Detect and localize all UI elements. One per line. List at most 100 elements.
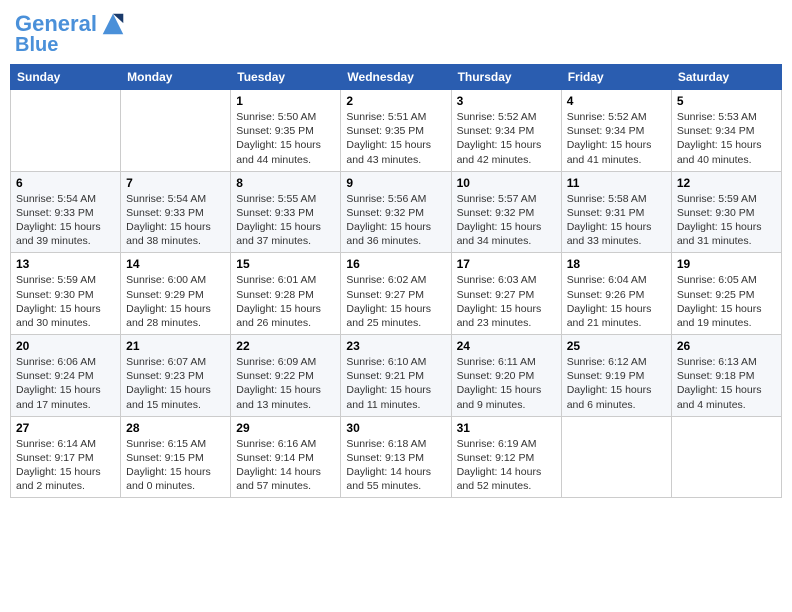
day-number: 20 bbox=[16, 339, 115, 353]
day-info: Sunrise: 6:05 AM Sunset: 9:25 PM Dayligh… bbox=[677, 273, 776, 330]
day-info: Sunrise: 5:54 AM Sunset: 9:33 PM Dayligh… bbox=[16, 192, 115, 249]
day-number: 14 bbox=[126, 257, 225, 271]
logo-text: General bbox=[15, 12, 97, 36]
day-info: Sunrise: 6:15 AM Sunset: 9:15 PM Dayligh… bbox=[126, 437, 225, 494]
day-info: Sunrise: 6:11 AM Sunset: 9:20 PM Dayligh… bbox=[457, 355, 556, 412]
day-number: 21 bbox=[126, 339, 225, 353]
day-info: Sunrise: 6:09 AM Sunset: 9:22 PM Dayligh… bbox=[236, 355, 335, 412]
calendar-week-row: 27 Sunrise: 6:14 AM Sunset: 9:17 PM Dayli… bbox=[11, 416, 782, 498]
day-info: Sunrise: 5:53 AM Sunset: 9:34 PM Dayligh… bbox=[677, 110, 776, 167]
calendar-week-row: 1 Sunrise: 5:50 AM Sunset: 9:35 PM Daylig… bbox=[11, 90, 782, 172]
day-number: 7 bbox=[126, 176, 225, 190]
calendar-cell: 26 Sunrise: 6:13 AM Sunset: 9:18 PM Dayli… bbox=[671, 335, 781, 417]
day-info: Sunrise: 6:18 AM Sunset: 9:13 PM Dayligh… bbox=[346, 437, 445, 494]
day-info: Sunrise: 6:13 AM Sunset: 9:18 PM Dayligh… bbox=[677, 355, 776, 412]
calendar-week-row: 20 Sunrise: 6:06 AM Sunset: 9:24 PM Dayli… bbox=[11, 335, 782, 417]
day-number: 22 bbox=[236, 339, 335, 353]
day-number: 8 bbox=[236, 176, 335, 190]
day-number: 19 bbox=[677, 257, 776, 271]
day-info: Sunrise: 5:56 AM Sunset: 9:32 PM Dayligh… bbox=[346, 192, 445, 249]
day-number: 1 bbox=[236, 94, 335, 108]
logo-icon bbox=[99, 10, 127, 38]
day-info: Sunrise: 6:10 AM Sunset: 9:21 PM Dayligh… bbox=[346, 355, 445, 412]
day-number: 3 bbox=[457, 94, 556, 108]
calendar-cell bbox=[671, 416, 781, 498]
day-info: Sunrise: 6:19 AM Sunset: 9:12 PM Dayligh… bbox=[457, 437, 556, 494]
day-info: Sunrise: 5:52 AM Sunset: 9:34 PM Dayligh… bbox=[457, 110, 556, 167]
day-number: 16 bbox=[346, 257, 445, 271]
calendar-week-row: 6 Sunrise: 5:54 AM Sunset: 9:33 PM Daylig… bbox=[11, 171, 782, 253]
calendar-cell: 18 Sunrise: 6:04 AM Sunset: 9:26 PM Dayli… bbox=[561, 253, 671, 335]
column-header-thursday: Thursday bbox=[451, 65, 561, 90]
calendar-cell: 28 Sunrise: 6:15 AM Sunset: 9:15 PM Dayli… bbox=[121, 416, 231, 498]
column-header-saturday: Saturday bbox=[671, 65, 781, 90]
calendar-cell bbox=[11, 90, 121, 172]
column-header-wednesday: Wednesday bbox=[341, 65, 451, 90]
day-number: 24 bbox=[457, 339, 556, 353]
day-info: Sunrise: 6:14 AM Sunset: 9:17 PM Dayligh… bbox=[16, 437, 115, 494]
day-info: Sunrise: 5:51 AM Sunset: 9:35 PM Dayligh… bbox=[346, 110, 445, 167]
column-header-friday: Friday bbox=[561, 65, 671, 90]
calendar-cell: 30 Sunrise: 6:18 AM Sunset: 9:13 PM Dayli… bbox=[341, 416, 451, 498]
calendar-cell: 12 Sunrise: 5:59 AM Sunset: 9:30 PM Dayli… bbox=[671, 171, 781, 253]
day-info: Sunrise: 6:16 AM Sunset: 9:14 PM Dayligh… bbox=[236, 437, 335, 494]
day-number: 12 bbox=[677, 176, 776, 190]
day-info: Sunrise: 6:03 AM Sunset: 9:27 PM Dayligh… bbox=[457, 273, 556, 330]
day-number: 28 bbox=[126, 421, 225, 435]
day-info: Sunrise: 6:06 AM Sunset: 9:24 PM Dayligh… bbox=[16, 355, 115, 412]
day-info: Sunrise: 5:59 AM Sunset: 9:30 PM Dayligh… bbox=[16, 273, 115, 330]
calendar-cell: 8 Sunrise: 5:55 AM Sunset: 9:33 PM Daylig… bbox=[231, 171, 341, 253]
day-number: 18 bbox=[567, 257, 666, 271]
day-number: 4 bbox=[567, 94, 666, 108]
calendar-cell: 16Sunrise: 6:02 AM Sunset: 9:27 PM Dayli… bbox=[341, 253, 451, 335]
day-number: 6 bbox=[16, 176, 115, 190]
day-info: Sunrise: 6:04 AM Sunset: 9:26 PM Dayligh… bbox=[567, 273, 666, 330]
day-info: Sunrise: 6:07 AM Sunset: 9:23 PM Dayligh… bbox=[126, 355, 225, 412]
calendar-cell: 11 Sunrise: 5:58 AM Sunset: 9:31 PM Dayli… bbox=[561, 171, 671, 253]
calendar-header-row: SundayMondayTuesdayWednesdayThursdayFrid… bbox=[11, 65, 782, 90]
calendar-cell: 31 Sunrise: 6:19 AM Sunset: 9:12 PM Dayli… bbox=[451, 416, 561, 498]
calendar-cell: 3 Sunrise: 5:52 AM Sunset: 9:34 PM Daylig… bbox=[451, 90, 561, 172]
day-number: 25 bbox=[567, 339, 666, 353]
day-info: Sunrise: 5:59 AM Sunset: 9:30 PM Dayligh… bbox=[677, 192, 776, 249]
calendar-cell: 25 Sunrise: 6:12 AM Sunset: 9:19 PM Dayli… bbox=[561, 335, 671, 417]
day-number: 31 bbox=[457, 421, 556, 435]
calendar-cell: 1 Sunrise: 5:50 AM Sunset: 9:35 PM Daylig… bbox=[231, 90, 341, 172]
calendar-cell: 19 Sunrise: 6:05 AM Sunset: 9:25 PM Dayli… bbox=[671, 253, 781, 335]
calendar-cell bbox=[121, 90, 231, 172]
column-header-monday: Monday bbox=[121, 65, 231, 90]
calendar-cell: 29 Sunrise: 6:16 AM Sunset: 9:14 PM Dayli… bbox=[231, 416, 341, 498]
calendar-cell: 7 Sunrise: 5:54 AM Sunset: 9:33 PM Daylig… bbox=[121, 171, 231, 253]
calendar-cell: 6 Sunrise: 5:54 AM Sunset: 9:33 PM Daylig… bbox=[11, 171, 121, 253]
day-number: 2 bbox=[346, 94, 445, 108]
calendar-cell: 13 Sunrise: 5:59 AM Sunset: 9:30 PM Dayli… bbox=[11, 253, 121, 335]
day-info: Sunrise: 5:52 AM Sunset: 9:34 PM Dayligh… bbox=[567, 110, 666, 167]
calendar-cell: 15Sunrise: 6:01 AM Sunset: 9:28 PM Dayli… bbox=[231, 253, 341, 335]
day-info: Sunrise: 5:55 AM Sunset: 9:33 PM Dayligh… bbox=[236, 192, 335, 249]
page-header: General Blue bbox=[10, 10, 782, 56]
day-number: 26 bbox=[677, 339, 776, 353]
calendar-cell: 17Sunrise: 6:03 AM Sunset: 9:27 PM Dayli… bbox=[451, 253, 561, 335]
calendar-cell: 14Sunrise: 6:00 AM Sunset: 9:29 PM Dayli… bbox=[121, 253, 231, 335]
day-info: Sunrise: 6:12 AM Sunset: 9:19 PM Dayligh… bbox=[567, 355, 666, 412]
calendar-cell: 9Sunrise: 5:56 AM Sunset: 9:32 PM Daylig… bbox=[341, 171, 451, 253]
day-number: 23 bbox=[346, 339, 445, 353]
calendar-cell: 23 Sunrise: 6:10 AM Sunset: 9:21 PM Dayli… bbox=[341, 335, 451, 417]
calendar-cell: 10Sunrise: 5:57 AM Sunset: 9:32 PM Dayli… bbox=[451, 171, 561, 253]
day-number: 30 bbox=[346, 421, 445, 435]
day-number: 13 bbox=[16, 257, 115, 271]
calendar-week-row: 13 Sunrise: 5:59 AM Sunset: 9:30 PM Dayli… bbox=[11, 253, 782, 335]
day-info: Sunrise: 5:50 AM Sunset: 9:35 PM Dayligh… bbox=[236, 110, 335, 167]
calendar-cell: 21 Sunrise: 6:07 AM Sunset: 9:23 PM Dayli… bbox=[121, 335, 231, 417]
calendar-cell: 2 Sunrise: 5:51 AM Sunset: 9:35 PM Daylig… bbox=[341, 90, 451, 172]
logo: General Blue bbox=[15, 10, 127, 56]
day-info: Sunrise: 5:58 AM Sunset: 9:31 PM Dayligh… bbox=[567, 192, 666, 249]
day-number: 29 bbox=[236, 421, 335, 435]
calendar-cell: 20 Sunrise: 6:06 AM Sunset: 9:24 PM Dayli… bbox=[11, 335, 121, 417]
day-number: 11 bbox=[567, 176, 666, 190]
day-info: Sunrise: 5:54 AM Sunset: 9:33 PM Dayligh… bbox=[126, 192, 225, 249]
day-number: 27 bbox=[16, 421, 115, 435]
calendar-table: SundayMondayTuesdayWednesdayThursdayFrid… bbox=[10, 64, 782, 498]
calendar-cell bbox=[561, 416, 671, 498]
column-header-tuesday: Tuesday bbox=[231, 65, 341, 90]
